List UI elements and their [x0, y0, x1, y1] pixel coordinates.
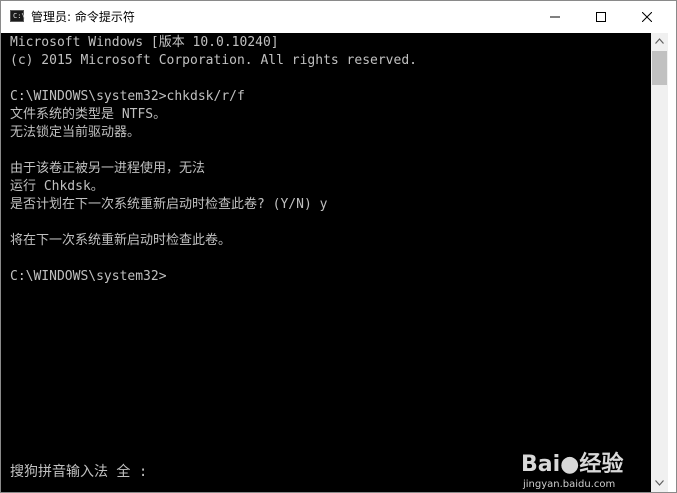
command-prompt-window: C:\ 管理员: 命令提示符 Microsoft Windows [版本 10.…: [0, 0, 677, 493]
watermark-url: jingyan.baidu.com: [523, 479, 616, 490]
maximize-icon: [596, 12, 606, 22]
console-line: Microsoft Windows [版本 10.0.10240]: [10, 35, 279, 50]
console-line: (c) 2015 Microsoft Corporation. All righ…: [10, 53, 417, 68]
console-line: C:\WINDOWS\system32>chkdsk/r/f: [10, 89, 245, 104]
console-line: 将在下一次系统重新启动时检查此卷。: [10, 233, 232, 248]
close-icon: [642, 12, 652, 22]
console-line: 运行 Chkdsk。: [10, 179, 104, 194]
vertical-scrollbar[interactable]: [651, 33, 668, 492]
baidu-jingyan-watermark: Bai●经验 jingyan.baidu.com: [521, 453, 649, 491]
title-bar[interactable]: C:\ 管理员: 命令提示符: [1, 1, 676, 33]
scroll-up-button[interactable]: [651, 33, 668, 50]
minimize-button[interactable]: [532, 1, 578, 33]
scroll-thumb[interactable]: [652, 51, 667, 85]
console-line: 无法锁定当前驱动器。: [10, 125, 141, 140]
maximize-button[interactable]: [578, 1, 624, 33]
watermark-logo: Bai●经验: [521, 452, 624, 477]
console-prompt-line: C:\WINDOWS\system32>: [10, 269, 167, 284]
close-button[interactable]: [624, 1, 670, 33]
chevron-up-icon: [655, 38, 664, 44]
cmd-icon-glyph: C:\: [13, 12, 26, 20]
scroll-down-button[interactable]: [651, 475, 668, 492]
minimize-icon: [550, 16, 560, 18]
chevron-down-icon: [655, 480, 664, 486]
console-line: 文件系统的类型是 NTFS。: [10, 107, 167, 122]
cmd-icon[interactable]: C:\: [10, 10, 26, 22]
console-line: 是否计划在下一次系统重新启动时检查此卷? (Y/N) y: [10, 197, 328, 212]
window-title: 管理员: 命令提示符: [31, 10, 135, 24]
console-line: 由于该卷正被另一进程使用，无法: [10, 161, 206, 176]
ime-status-text: 搜狗拼音输入法 全 :: [10, 464, 148, 480]
console-output-area[interactable]: Microsoft Windows [版本 10.0.10240] (c) 20…: [1, 33, 651, 492]
